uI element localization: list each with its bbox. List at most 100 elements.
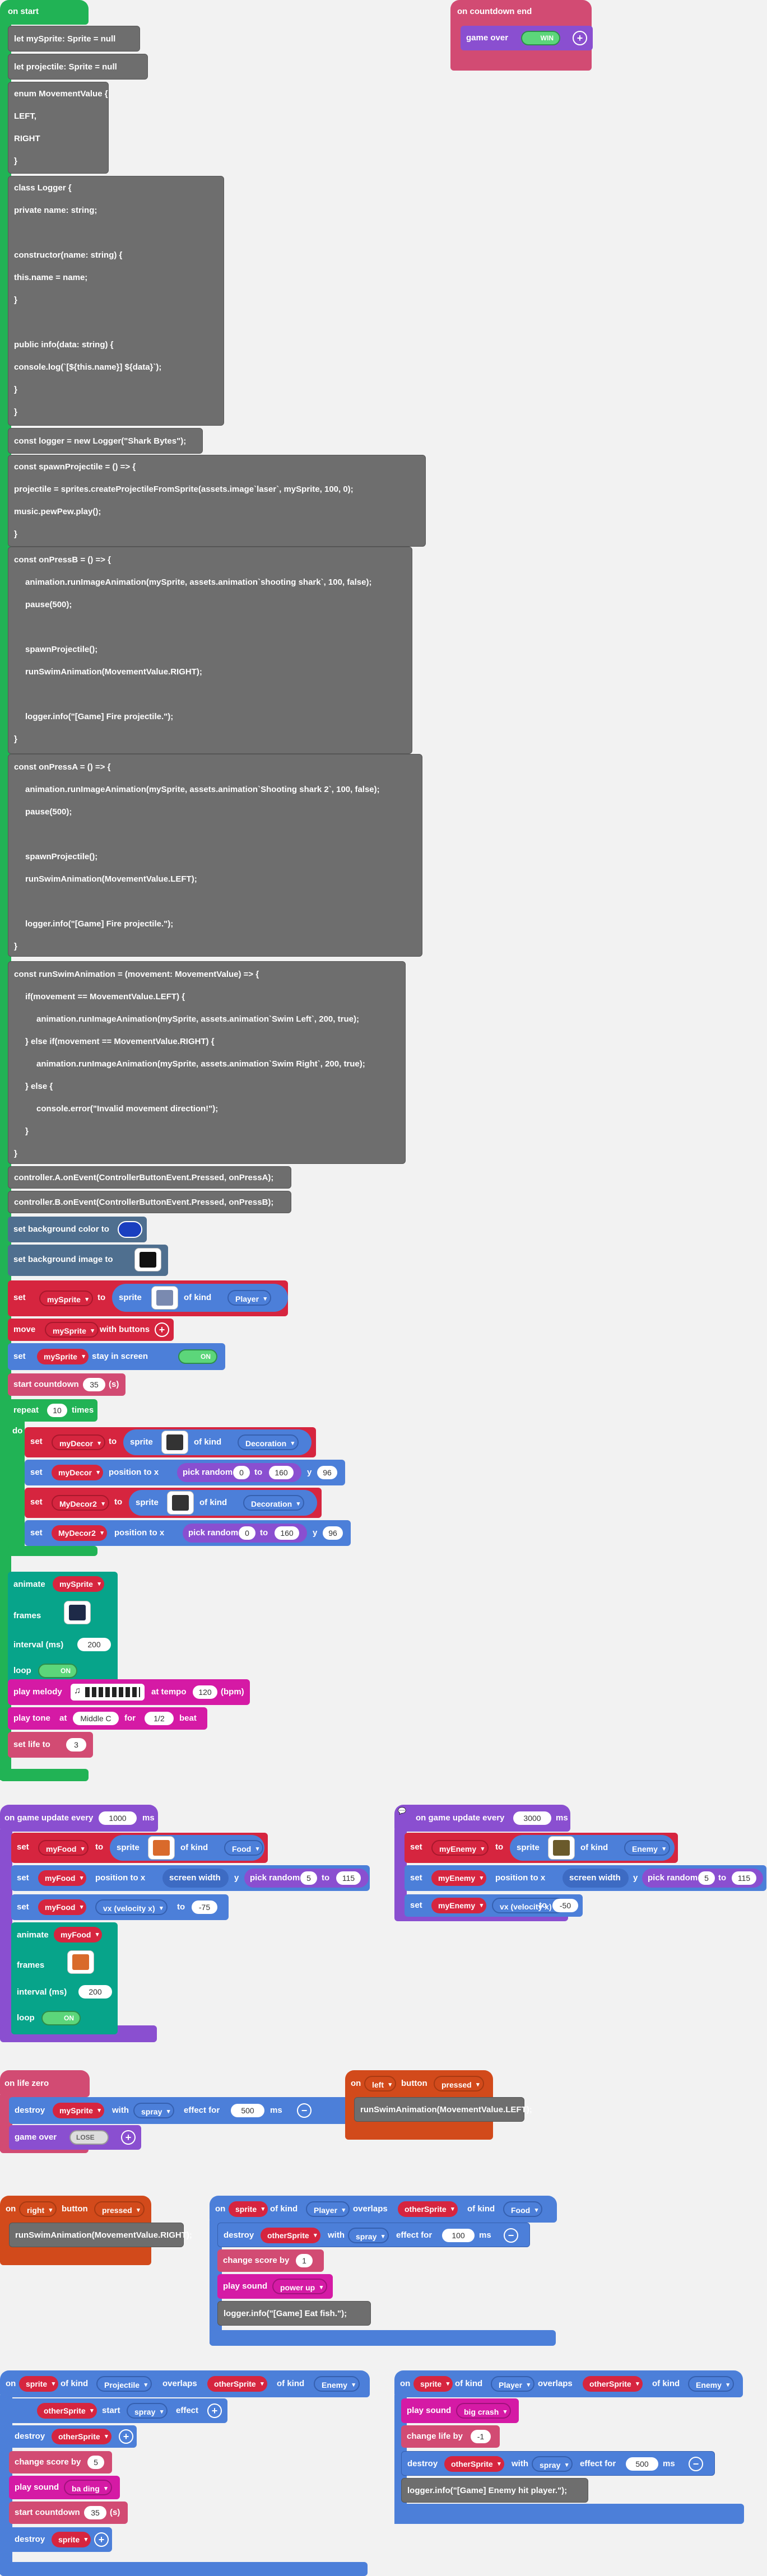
variable-dropdown-myenemy[interactable]: myEnemy bbox=[431, 1840, 489, 1857]
on-game-update-food-hat[interactable]: on game update every 1000 ms bbox=[0, 1805, 158, 1832]
effect-dropdown-spray[interactable]: spray bbox=[348, 2228, 389, 2244]
code-block-let-projectile[interactable]: let projectile: Sprite = null bbox=[8, 54, 148, 80]
pick-random-reporter[interactable]: pick random 0 to 160 bbox=[183, 1524, 307, 1543]
life-delta-input[interactable]: -1 bbox=[471, 2430, 491, 2443]
on-overlap-food-hat[interactable]: on sprite of kind Player overlaps otherS… bbox=[210, 2196, 557, 2223]
variable-dropdown-mydecor2[interactable]: MyDecor2 bbox=[52, 1495, 109, 1512]
variable-dropdown-mysprite[interactable]: mySprite bbox=[53, 2103, 104, 2118]
y-input[interactable]: 96 bbox=[317, 1466, 337, 1479]
code-block-run-swim-right[interactable]: runSwimAnimation(MovementValue.RIGHT); bbox=[9, 2223, 192, 2247]
code-block-logger-instance[interactable]: const logger = new Logger("Shark Bytes")… bbox=[8, 428, 203, 454]
screen-width-reporter[interactable]: screen width bbox=[563, 1869, 629, 1888]
code-block-eat-fish[interactable]: logger.info("[Game] Eat fish."); bbox=[217, 2301, 371, 2326]
animation-frames-thumbnail[interactable] bbox=[64, 1601, 91, 1624]
kind-dropdown-decoration[interactable]: Decoration bbox=[238, 1434, 299, 1451]
kind-dropdown-player[interactable]: Player bbox=[227, 1290, 272, 1307]
variable-otherSprite[interactable]: otherSprite bbox=[52, 2429, 111, 2444]
variable-dropdown-myfood[interactable]: myFood bbox=[38, 1899, 87, 1915]
code-block-enum[interactable]: enum MovementValue { LEFT, RIGHT } bbox=[8, 82, 109, 174]
button-dropdown-left[interactable]: left bbox=[364, 2076, 396, 2093]
code-block-run-swim-left[interactable]: runSwimAnimation(MovementValue.LEFT); bbox=[354, 2097, 532, 2122]
sprite-of-kind-reporter[interactable]: sprite of kind Player bbox=[112, 1284, 288, 1312]
collapse-minus-icon[interactable]: − bbox=[297, 2103, 312, 2118]
effect-dropdown-spray[interactable]: spray bbox=[127, 2403, 168, 2420]
set-myfood-block[interactable]: set myFood to sprite of kind Food bbox=[11, 1833, 268, 1863]
change-score-block[interactable]: change score by 1 bbox=[217, 2249, 324, 2272]
variable-dropdown-mysprite[interactable]: mySprite bbox=[45, 1322, 99, 1339]
move-with-buttons-block[interactable]: move mySprite with buttons + bbox=[8, 1319, 174, 1341]
code-block-on-press-b[interactable]: const onPressB = () => { animation.runIm… bbox=[8, 547, 412, 754]
start-countdown-block[interactable]: start countdown 35 (s) bbox=[9, 2502, 128, 2524]
play-sound-ba-ding-block[interactable]: play sound ba ding bbox=[9, 2476, 120, 2499]
mydecor2-position-block[interactable]: set MyDecor2 position to x pick random 0… bbox=[25, 1520, 351, 1546]
play-sound-big-crash-block[interactable]: play sound big crash bbox=[401, 2398, 519, 2423]
sound-dropdown-power-up[interactable]: power up bbox=[272, 2279, 328, 2295]
variable-dropdown-myenemy[interactable]: myEnemy bbox=[431, 1870, 487, 1886]
on-countdown-end-block[interactable]: on countdown end game over WIN + bbox=[450, 0, 593, 71]
score-input[interactable]: 1 bbox=[296, 2254, 313, 2267]
kind-dropdown-decoration[interactable]: Decoration bbox=[243, 1495, 305, 1512]
set-mydecor2-block[interactable]: set MyDecor2 to sprite of kind Decoratio… bbox=[25, 1488, 322, 1518]
random-low-input[interactable]: 5 bbox=[300, 1871, 317, 1885]
y-input[interactable]: 96 bbox=[323, 1526, 343, 1540]
effect-dropdown-spray[interactable]: spray bbox=[133, 2103, 175, 2120]
animate-myfood-block[interactable]: animate myFood frames interval (ms) 200 … bbox=[11, 1922, 118, 2034]
event-dropdown-pressed[interactable]: pressed bbox=[94, 2201, 145, 2218]
button-dropdown-right[interactable]: right bbox=[19, 2201, 57, 2218]
random-low-input[interactable]: 0 bbox=[233, 1466, 250, 1479]
color-swatch[interactable] bbox=[118, 1221, 142, 1238]
animation-frames-thumbnail[interactable] bbox=[67, 1950, 94, 1974]
stay-in-screen-block[interactable]: set mySprite stay in screen ON bbox=[8, 1343, 225, 1370]
set-mysprite-block[interactable]: set mySprite to sprite of kind Player bbox=[8, 1280, 288, 1316]
sprite-param[interactable]: sprite bbox=[413, 2376, 453, 2392]
on-start-hat[interactable]: on start bbox=[0, 0, 89, 25]
variable-otherSprite[interactable]: otherSprite bbox=[444, 2456, 504, 2472]
tempo-input[interactable]: 120 bbox=[193, 1685, 217, 1699]
on-overlap-projectile-hat[interactable]: on sprite of kind Projectile overlaps ot… bbox=[0, 2370, 370, 2397]
comment-icon[interactable]: 💬 bbox=[398, 1807, 406, 1815]
myenemy-vx-block[interactable]: set myEnemy vx (velocity x) to -50 bbox=[405, 1894, 583, 1917]
code-block-on-press-a[interactable]: const onPressA = () => { animation.runIm… bbox=[8, 754, 422, 957]
random-low-input[interactable]: 5 bbox=[698, 1871, 715, 1885]
expand-plus-icon[interactable]: + bbox=[121, 2130, 136, 2145]
repeat-loop-block[interactable]: repeat 10 times bbox=[8, 1399, 97, 1422]
sprite-image-thumbnail[interactable] bbox=[151, 1286, 178, 1310]
set-myenemy-block[interactable]: set myEnemy to sprite of kind Enemy bbox=[405, 1833, 678, 1863]
variable-dropdown-mysprite[interactable]: mySprite bbox=[39, 1291, 93, 1307]
random-high-input[interactable]: 115 bbox=[732, 1871, 756, 1885]
property-dropdown-vx[interactable]: vx (velocity x) bbox=[95, 1899, 168, 1916]
code-block-spawn-projectile[interactable]: const spawnProjectile = () => { projecti… bbox=[8, 455, 426, 547]
variable-sprite[interactable]: sprite bbox=[52, 2532, 91, 2547]
start-countdown-block[interactable]: start countdown 35 (s) bbox=[8, 1373, 125, 1396]
variable-dropdown-mysprite[interactable]: mySprite bbox=[53, 1576, 104, 1592]
code-block-enemy-hit[interactable]: logger.info("[Game] Enemy hit player."); bbox=[401, 2478, 588, 2503]
variable-dropdown-myfood[interactable]: myFood bbox=[38, 1870, 87, 1886]
set-life-block[interactable]: set life to 3 bbox=[8, 1732, 93, 1758]
othersprite-param[interactable]: otherSprite bbox=[398, 2201, 458, 2217]
variable-dropdown-mydecor[interactable]: myDecor bbox=[52, 1465, 103, 1480]
code-block-controller-b[interactable]: controller.B.onEvent(ControllerButtonEve… bbox=[8, 1191, 291, 1213]
variable-dropdown-mydecor[interactable]: myDecor bbox=[52, 1434, 105, 1451]
on-left-pressed-block[interactable]: on left button pressed runSwimAnimation(… bbox=[345, 2070, 532, 2140]
countdown-input[interactable]: 35 bbox=[83, 1378, 105, 1391]
game-over-lose-block[interactable]: game over LOSE + bbox=[9, 2125, 141, 2150]
variable-dropdown-myenemy[interactable]: myEnemy bbox=[431, 1898, 487, 1913]
expand-plus-icon[interactable]: + bbox=[94, 2532, 109, 2547]
myfood-position-block[interactable]: set myFood position to x screen width y … bbox=[11, 1865, 370, 1891]
animate-block[interactable]: animate mySprite frames interval (ms) 20… bbox=[8, 1572, 118, 1690]
pick-random-reporter[interactable]: pick random 5 to 115 bbox=[244, 1869, 369, 1888]
sprite-of-kind-reporter[interactable]: sprite of kind Enemy bbox=[510, 1835, 675, 1861]
set-mydecor-block[interactable]: set myDecor to sprite of kind Decoration bbox=[25, 1427, 316, 1457]
sprite-image-thumbnail[interactable] bbox=[148, 1836, 175, 1860]
collapse-minus-icon[interactable]: − bbox=[689, 2457, 703, 2471]
destroy-mysprite-block[interactable]: destroy mySprite with spray effect for 5… bbox=[9, 2097, 365, 2124]
collapse-minus-icon[interactable]: − bbox=[504, 2228, 518, 2243]
random-high-input[interactable]: 160 bbox=[275, 1526, 299, 1540]
sprite-image-thumbnail[interactable] bbox=[167, 1491, 194, 1515]
on-overlap-enemy-hat[interactable]: on sprite of kind Player overlaps otherS… bbox=[394, 2370, 743, 2397]
countdown-input[interactable]: 35 bbox=[84, 2506, 106, 2519]
sound-dropdown-big-crash[interactable]: big crash bbox=[456, 2403, 512, 2420]
code-block-run-swim-animation[interactable]: const runSwimAnimation = (movement: Move… bbox=[8, 961, 406, 1164]
event-dropdown-pressed[interactable]: pressed bbox=[434, 2076, 484, 2093]
background-image-thumbnail[interactable] bbox=[134, 1248, 161, 1271]
